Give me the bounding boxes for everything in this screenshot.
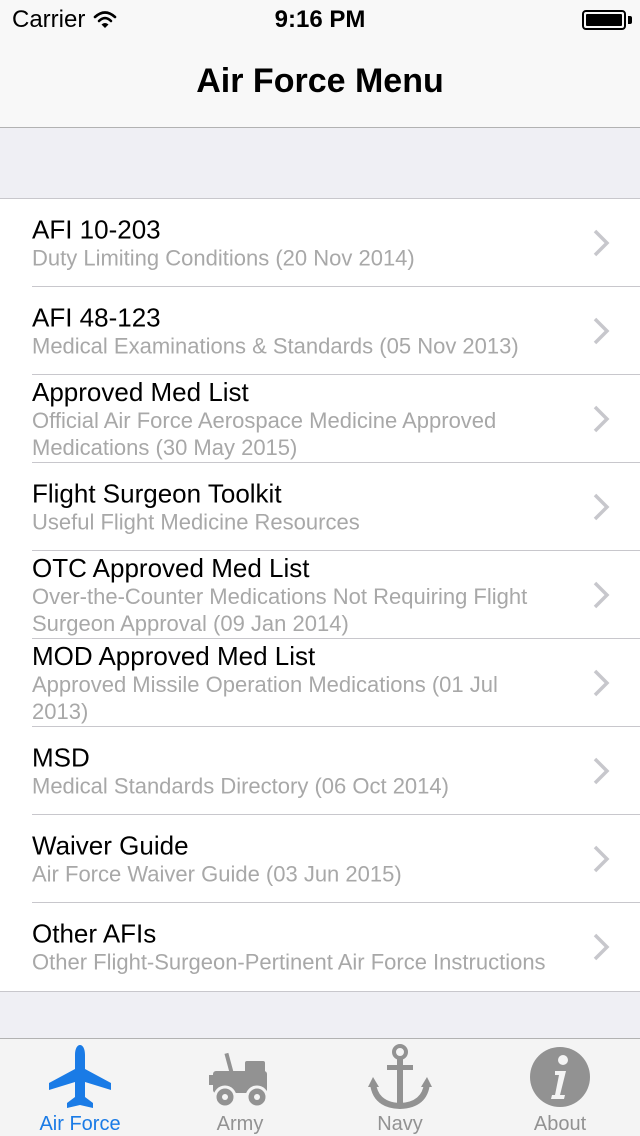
navigation-bar: Air Force Menu bbox=[0, 40, 640, 128]
tab-navy[interactable]: Navy bbox=[320, 1039, 480, 1136]
chevron-right-icon bbox=[593, 757, 610, 785]
tab-army[interactable]: Army bbox=[160, 1039, 320, 1136]
chevron-right-icon bbox=[593, 229, 610, 257]
menu-item-text: Waiver Guide Air Force Waiver Guide (03 … bbox=[32, 831, 560, 888]
menu-item-flight-surgeon-toolkit[interactable]: Flight Surgeon Toolkit Useful Flight Med… bbox=[0, 463, 640, 551]
menu-item-text: MOD Approved Med List Approved Missile O… bbox=[32, 641, 560, 725]
tab-about[interactable]: About bbox=[480, 1039, 640, 1136]
menu-item-text: AFI 10-203 Duty Limiting Conditions (20 … bbox=[32, 215, 560, 272]
menu-item-title: AFI 10-203 bbox=[32, 214, 161, 245]
menu-item-other-afis[interactable]: Other AFIs Other Flight-Surgeon-Pertinen… bbox=[0, 903, 640, 991]
tab-label: Army bbox=[216, 1113, 264, 1135]
menu-item-subtitle: Approved Missile Operation Medications (… bbox=[32, 672, 498, 724]
menu-item-title: MSD bbox=[32, 742, 90, 773]
battery-level bbox=[586, 14, 622, 26]
menu-item-subtitle: Medical Standards Directory (06 Oct 2014… bbox=[32, 773, 449, 799]
tab-label: Navy bbox=[377, 1113, 423, 1135]
menu-item-afi-48-123[interactable]: AFI 48-123 Medical Examinations & Standa… bbox=[0, 287, 640, 375]
tab-label: Air Force bbox=[39, 1113, 121, 1135]
chevron-right-icon bbox=[593, 669, 610, 697]
battery-icon bbox=[582, 10, 626, 30]
status-time: 9:16 PM bbox=[274, 6, 366, 33]
tab-air-force[interactable]: Air Force bbox=[0, 1039, 160, 1136]
menu-item-waiver-guide[interactable]: Waiver Guide Air Force Waiver Guide (03 … bbox=[0, 815, 640, 903]
info-icon bbox=[530, 1047, 590, 1107]
menu-item-title: OTC Approved Med List bbox=[32, 553, 310, 583]
menu-item-text: MSD Medical Standards Directory (06 Oct … bbox=[32, 743, 560, 800]
menu-item-title: AFI 48-123 bbox=[32, 302, 161, 333]
menu-item-subtitle: Official Air Force Aerospace Medicine Ap… bbox=[32, 408, 497, 460]
menu-item-title: Approved Med List bbox=[32, 377, 249, 407]
chevron-right-icon bbox=[593, 405, 610, 433]
menu-item-msd[interactable]: MSD Medical Standards Directory (06 Oct … bbox=[0, 727, 640, 815]
menu-item-title: MOD Approved Med List bbox=[32, 641, 316, 671]
menu-item-text: AFI 48-123 Medical Examinations & Standa… bbox=[32, 303, 560, 360]
menu-item-subtitle: Useful Flight Medicine Resources bbox=[32, 509, 360, 535]
menu-item-title: Flight Surgeon Toolkit bbox=[32, 478, 282, 509]
menu-item-subtitle: Air Force Waiver Guide (03 Jun 2015) bbox=[32, 861, 402, 887]
menu-item-subtitle: Other Flight-Surgeon-Pertinent Air Force… bbox=[32, 949, 546, 975]
status-bar: Carrier 9:16 PM bbox=[0, 0, 640, 40]
chevron-right-icon bbox=[593, 493, 610, 521]
battery-tip bbox=[628, 16, 632, 24]
menu-item-approved-med-list[interactable]: Approved Med List Official Air Force Aer… bbox=[0, 375, 640, 463]
tab-label: About bbox=[533, 1113, 587, 1135]
chevron-right-icon bbox=[593, 317, 610, 345]
chevron-right-icon bbox=[593, 845, 610, 873]
menu-item-title: Waiver Guide bbox=[32, 830, 189, 861]
jeep-icon bbox=[209, 1052, 269, 1109]
menu-item-otc-approved-med-list[interactable]: OTC Approved Med List Over-the-Counter M… bbox=[0, 551, 640, 639]
page-title: Air Force Menu bbox=[196, 62, 444, 100]
menu-item-text: Flight Surgeon Toolkit Useful Flight Med… bbox=[32, 479, 560, 536]
menu-item-text: Other AFIs Other Flight-Surgeon-Pertinen… bbox=[32, 919, 560, 976]
menu-item-subtitle: Duty Limiting Conditions (20 Nov 2014) bbox=[32, 245, 415, 271]
menu-item-subtitle: Medical Examinations & Standards (05 Nov… bbox=[32, 333, 519, 359]
menu-item-text: OTC Approved Med List Over-the-Counter M… bbox=[32, 553, 560, 637]
menu-item-mod-approved-med-list[interactable]: MOD Approved Med List Approved Missile O… bbox=[0, 639, 640, 727]
tab-bar: Air Force Army Navy About bbox=[0, 1038, 640, 1136]
menu-item-title: Other AFIs bbox=[32, 918, 157, 949]
airplane-icon bbox=[49, 1045, 111, 1108]
chevron-right-icon bbox=[593, 933, 610, 961]
menu-list: AFI 10-203 Duty Limiting Conditions (20 … bbox=[0, 198, 640, 992]
chevron-right-icon bbox=[593, 581, 610, 609]
menu-item-text: Approved Med List Official Air Force Aer… bbox=[32, 377, 560, 461]
anchor-icon bbox=[368, 1044, 432, 1110]
menu-item-subtitle: Over-the-Counter Medications Not Requiri… bbox=[32, 584, 528, 636]
menu-item-afi-10-203[interactable]: AFI 10-203 Duty Limiting Conditions (20 … bbox=[0, 199, 640, 287]
